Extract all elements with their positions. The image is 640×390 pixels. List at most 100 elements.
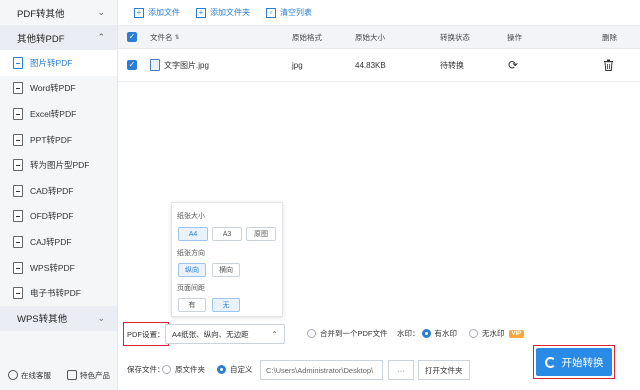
no-watermark-radio[interactable] <box>469 329 478 338</box>
wps-file-icon <box>13 261 23 274</box>
online-service-link[interactable]: 在线客服 <box>8 370 51 381</box>
online-service-label: 在线客服 <box>21 370 51 380</box>
pdf-settings-row: PDF设置： A4纸张、纵向、无边距 ⌃ 合并到一个PDF文件 水印： 有水印 … <box>118 322 640 346</box>
pdf-settings-popup: 纸张大小 A4 A3 原图 纸张方向 纵向 横向 页面间距 有 无 <box>171 202 283 317</box>
sidebar-item-label: 图片转PDF <box>30 57 73 68</box>
pdf-settings-select[interactable]: A4纸张、纵向、无边距 ⌃ <box>165 324 285 344</box>
watermark-group: 水印： 有水印 无水印 VIP <box>397 328 525 339</box>
delete-button[interactable] <box>603 49 614 81</box>
margin-yes-button[interactable]: 有 <box>178 298 206 312</box>
file-size-value: 44.83KB <box>355 60 386 70</box>
header-delete: 删除 <box>602 26 617 48</box>
word-file-icon <box>13 82 23 95</box>
sidebar-item-label: WPS转PDF <box>30 262 75 273</box>
add-file-icon: + <box>134 7 144 18</box>
margin-no-button[interactable]: 无 <box>212 298 240 312</box>
group-pdf-to-other[interactable]: PDF转其他 ⌄ <box>0 0 117 25</box>
vip-badge: VIP <box>508 329 525 338</box>
header-action-label: 操作 <box>507 32 522 42</box>
add-folder-button[interactable]: + 添加文件夹 <box>196 7 250 18</box>
sidebar-item-label: 转为图片型PDF <box>30 160 90 171</box>
sidebar-item-label: CAJ转PDF <box>30 236 72 247</box>
header-delete-label: 删除 <box>602 32 617 42</box>
trash-icon <box>604 59 613 71</box>
file-status-value: 待转换 <box>440 60 464 70</box>
original-folder-option[interactable]: 原文件夹 <box>162 364 205 375</box>
excel-file-icon <box>13 107 23 120</box>
featured-products-link[interactable]: 特色产品 <box>67 370 110 381</box>
paper-a4-button[interactable]: A4 <box>178 227 208 241</box>
paper-a3-label: A3 <box>222 230 232 238</box>
sidebar-item-ebook-to-pdf[interactable]: 电子书转PDF <box>0 280 117 306</box>
margin-yes-label: 有 <box>188 302 196 309</box>
original-folder-label: 原文件夹 <box>175 365 205 374</box>
add-file-button[interactable]: + 添加文件 <box>134 7 180 18</box>
header-format-label: 原始格式 <box>292 32 322 42</box>
sidebar: PDF转其他 ⌄ 其他转PDF ⌃ 图片转PDF Word转PDF Excel转… <box>0 0 118 390</box>
start-convert-button[interactable]: 开始转换 <box>536 348 612 376</box>
group-wps-to-other[interactable]: WPS转其他 ⌄ <box>0 305 117 331</box>
sidebar-item-word-to-pdf[interactable]: Word转PDF <box>0 76 117 102</box>
group-other-to-pdf[interactable]: 其他转PDF ⌃ <box>0 25 117 50</box>
with-watermark-radio[interactable] <box>421 329 431 338</box>
orientation-label: 纸张方向 <box>177 250 205 257</box>
paper-original-label: 原图 <box>254 231 268 238</box>
custom-folder-radio[interactable] <box>217 365 226 374</box>
more-icon: ··· <box>397 365 405 375</box>
table-row[interactable]: ✓ 文字图片.jpg jpg 44.83KB 待转换 ⟳ <box>118 49 640 82</box>
refresh-icon <box>544 356 556 368</box>
group-label: 其他转PDF <box>17 33 65 45</box>
check-icon: ✓ <box>127 32 137 42</box>
clear-list-label: 清空列表 <box>280 8 312 17</box>
file-status: 待转换 <box>440 49 464 81</box>
header-name[interactable]: 文件名 ⇅ <box>150 26 180 48</box>
paper-a3-button[interactable]: A3 <box>212 227 242 241</box>
refresh-icon[interactable]: ⟳ <box>508 49 518 81</box>
start-convert-label: 开始转换 <box>561 356 604 369</box>
add-folder-label: 添加文件夹 <box>210 8 250 17</box>
sidebar-footer: 在线客服 特色产品 <box>0 360 118 390</box>
sidebar-item-caj-to-pdf[interactable]: CAJ转PDF <box>0 229 117 255</box>
save-path-input[interactable]: C:\Users\Administrator\Desktop\ <box>260 360 383 380</box>
chevron-down-icon: ⌄ <box>97 312 105 323</box>
no-watermark-label: 无水印 <box>482 329 505 338</box>
file-format-value: jpg <box>292 60 303 70</box>
header-size: 原始大小 <box>355 26 385 48</box>
paper-original-button[interactable]: 原图 <box>246 227 276 241</box>
browse-button[interactable]: ··· <box>388 360 414 380</box>
landscape-label: 横向 <box>219 267 233 274</box>
sidebar-item-wps-to-pdf[interactable]: WPS转PDF <box>0 255 117 281</box>
original-folder-radio[interactable] <box>162 365 171 374</box>
row-checkbox[interactable]: ✓ <box>127 49 137 81</box>
margin-label: 页面间距 <box>177 285 205 292</box>
cad-file-icon <box>13 184 23 197</box>
portrait-button[interactable]: 纵向 <box>178 263 206 277</box>
sidebar-item-image-pdf[interactable]: 转为图片型PDF <box>0 152 117 178</box>
clear-list-button[interactable]: ▫ 清空列表 <box>266 7 312 18</box>
header-size-label: 原始大小 <box>355 32 385 42</box>
toolbar: + 添加文件 + 添加文件夹 ▫ 清空列表 <box>118 0 640 25</box>
group-label: PDF转其他 <box>17 8 65 20</box>
merge-radio[interactable] <box>307 329 316 338</box>
sidebar-item-ofd-to-pdf[interactable]: OFD转PDF <box>0 204 117 230</box>
header-status-label: 转换状态 <box>440 32 470 42</box>
ebook-file-icon <box>13 287 23 300</box>
landscape-button[interactable]: 横向 <box>212 263 240 277</box>
sidebar-item-label: Excel转PDF <box>30 108 77 119</box>
sidebar-item-cad-to-pdf[interactable]: CAD转PDF <box>0 178 117 204</box>
pdf-settings-value: A4纸张、纵向、无边距 <box>172 329 249 339</box>
sidebar-item-excel-to-pdf[interactable]: Excel转PDF <box>0 101 117 127</box>
custom-folder-option[interactable]: 自定义 <box>217 364 253 375</box>
start-button-highlight: 开始转换 <box>533 345 615 379</box>
merge-option[interactable]: 合并到一个PDF文件 <box>307 328 388 339</box>
open-folder-label: 打开文件夹 <box>425 365 463 375</box>
custom-folder-label: 自定义 <box>230 365 253 374</box>
gift-icon <box>67 370 77 380</box>
add-folder-icon: + <box>196 7 206 18</box>
select-all-checkbox[interactable]: ✓ <box>127 26 137 48</box>
ppt-file-icon <box>13 133 23 146</box>
sidebar-item-ppt-to-pdf[interactable]: PPT转PDF <box>0 127 117 153</box>
sidebar-item-image-to-pdf[interactable]: 图片转PDF <box>0 50 117 76</box>
open-folder-button[interactable]: 打开文件夹 <box>418 360 470 380</box>
group-label: WPS转其他 <box>17 314 68 326</box>
